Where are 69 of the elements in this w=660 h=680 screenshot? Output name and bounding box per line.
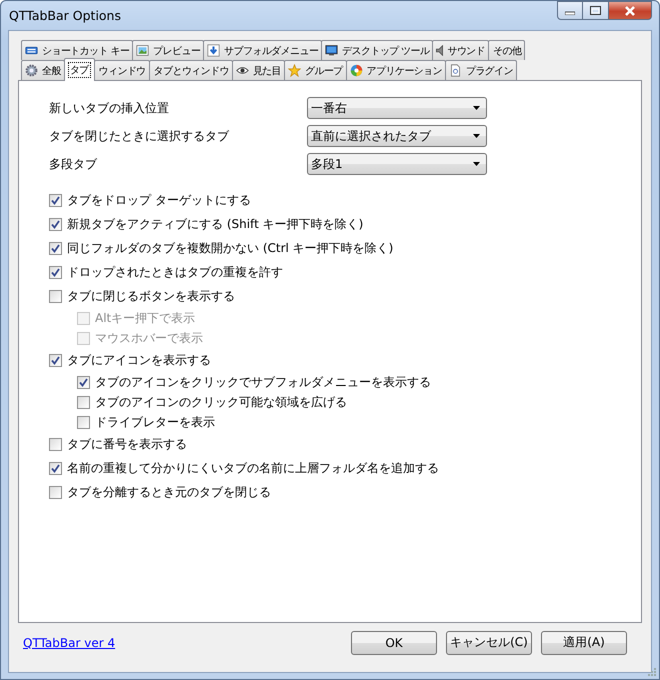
tab[interactable]: その他 <box>488 40 526 60</box>
version-link[interactable]: QTTabBar ver 4 <box>23 636 351 650</box>
dialog-button[interactable]: OK <box>351 630 437 654</box>
checkbox-label: 新規タブをアクティブにする (Shift キー押下時を除く) <box>67 216 364 232</box>
keyboard-icon <box>25 44 38 57</box>
maximize-button[interactable] <box>583 1 609 20</box>
image-icon <box>136 44 150 57</box>
setting-label: 新しいタブの挿入位置 <box>49 100 170 116</box>
checkbox[interactable] <box>77 376 90 388</box>
checkbox[interactable] <box>49 290 62 302</box>
speaker-icon <box>436 45 444 56</box>
tab[interactable]: サブフォルダメニュー <box>203 40 322 60</box>
checkbox-label: タブにアイコンを表示する <box>67 352 211 368</box>
close-icon <box>624 6 636 16</box>
document-icon <box>448 64 462 77</box>
window-title: QTTabBar Options <box>8 8 121 23</box>
tab[interactable]: プラグイン <box>444 60 517 80</box>
checkbox-label: マウスホバーで表示 <box>95 330 203 346</box>
checkbox-label: 同じフォルダのタブを複数開かない (Ctrl キー押下時を除く) <box>67 240 394 256</box>
maximize-icon <box>590 6 601 15</box>
dropdown[interactable]: 多段1 <box>307 153 487 175</box>
checkbox[interactable] <box>49 218 62 230</box>
checkbox-label: Altキー押下で表示 <box>95 310 196 326</box>
tab[interactable]: グループ <box>284 60 347 80</box>
tab[interactable]: タブ <box>64 58 95 81</box>
globe-icon <box>350 64 363 77</box>
setting-label: タブを閉じたときに選択するタブ <box>49 128 230 144</box>
dialog-button[interactable]: 適用(A) <box>541 630 627 654</box>
checkbox[interactable] <box>49 438 62 450</box>
dropdown[interactable]: 一番右 <box>307 97 487 119</box>
checkbox-label: タブに閉じるボタンを表示する <box>67 288 235 304</box>
tab[interactable]: ショートカット キー <box>21 40 134 60</box>
checkbox-label: タブを分離するとき元のタブを閉じる <box>67 484 271 500</box>
setting-label: 多段タブ <box>49 156 98 172</box>
checkbox-label: 名前の重複して分かりにくいタブの名前に上層フォルダ名を追加する <box>67 460 439 476</box>
checkbox[interactable] <box>49 266 62 278</box>
tab[interactable]: プレビュー <box>132 40 204 60</box>
tab[interactable]: 見た目 <box>232 60 286 80</box>
tab[interactable]: アプリケーション <box>346 60 446 80</box>
dropdown-arrow-icon <box>473 106 480 110</box>
tab[interactable]: サウンド <box>432 40 490 60</box>
dropdown[interactable]: 直前に選択されたタブ <box>307 125 487 147</box>
checkbox-label: タブのアイコンをクリックでサブフォルダメニューを表示する <box>95 374 431 390</box>
close-button[interactable] <box>609 1 652 20</box>
checkbox[interactable] <box>77 416 90 428</box>
checkbox[interactable] <box>49 462 62 474</box>
checkbox-label: ドライブレターを表示 <box>95 414 215 430</box>
checkbox[interactable] <box>49 242 62 254</box>
checkbox[interactable] <box>49 194 62 206</box>
tab[interactable]: ウィンドウ <box>94 60 150 80</box>
checkbox[interactable] <box>77 396 90 408</box>
checkbox-label: タブのアイコンのクリック可能な領域を広げる <box>95 394 347 410</box>
checkbox[interactable] <box>49 354 62 366</box>
gear-icon <box>25 64 38 77</box>
minimize-button[interactable] <box>557 1 583 20</box>
tab[interactable]: 全般 <box>21 60 65 80</box>
checkbox[interactable] <box>49 486 62 498</box>
dropdown-arrow-icon <box>473 162 480 166</box>
resize-grip-icon <box>646 666 657 677</box>
dialog-button[interactable]: キャンセル(C) <box>446 630 532 654</box>
checkbox-label: タブをドロップ ターゲットにする <box>67 192 251 208</box>
down-arrow-icon <box>207 44 220 57</box>
checkbox-label: タブに番号を表示する <box>67 436 187 452</box>
tab[interactable]: タブとウィンドウ <box>148 60 233 80</box>
star-icon <box>288 64 302 77</box>
checkbox-label: ドロップされたときはタブの重複を許す <box>67 264 283 280</box>
tab[interactable]: デスクトップ ツール <box>321 40 434 60</box>
monitor-icon <box>325 44 338 57</box>
dropdown-arrow-icon <box>473 134 480 138</box>
